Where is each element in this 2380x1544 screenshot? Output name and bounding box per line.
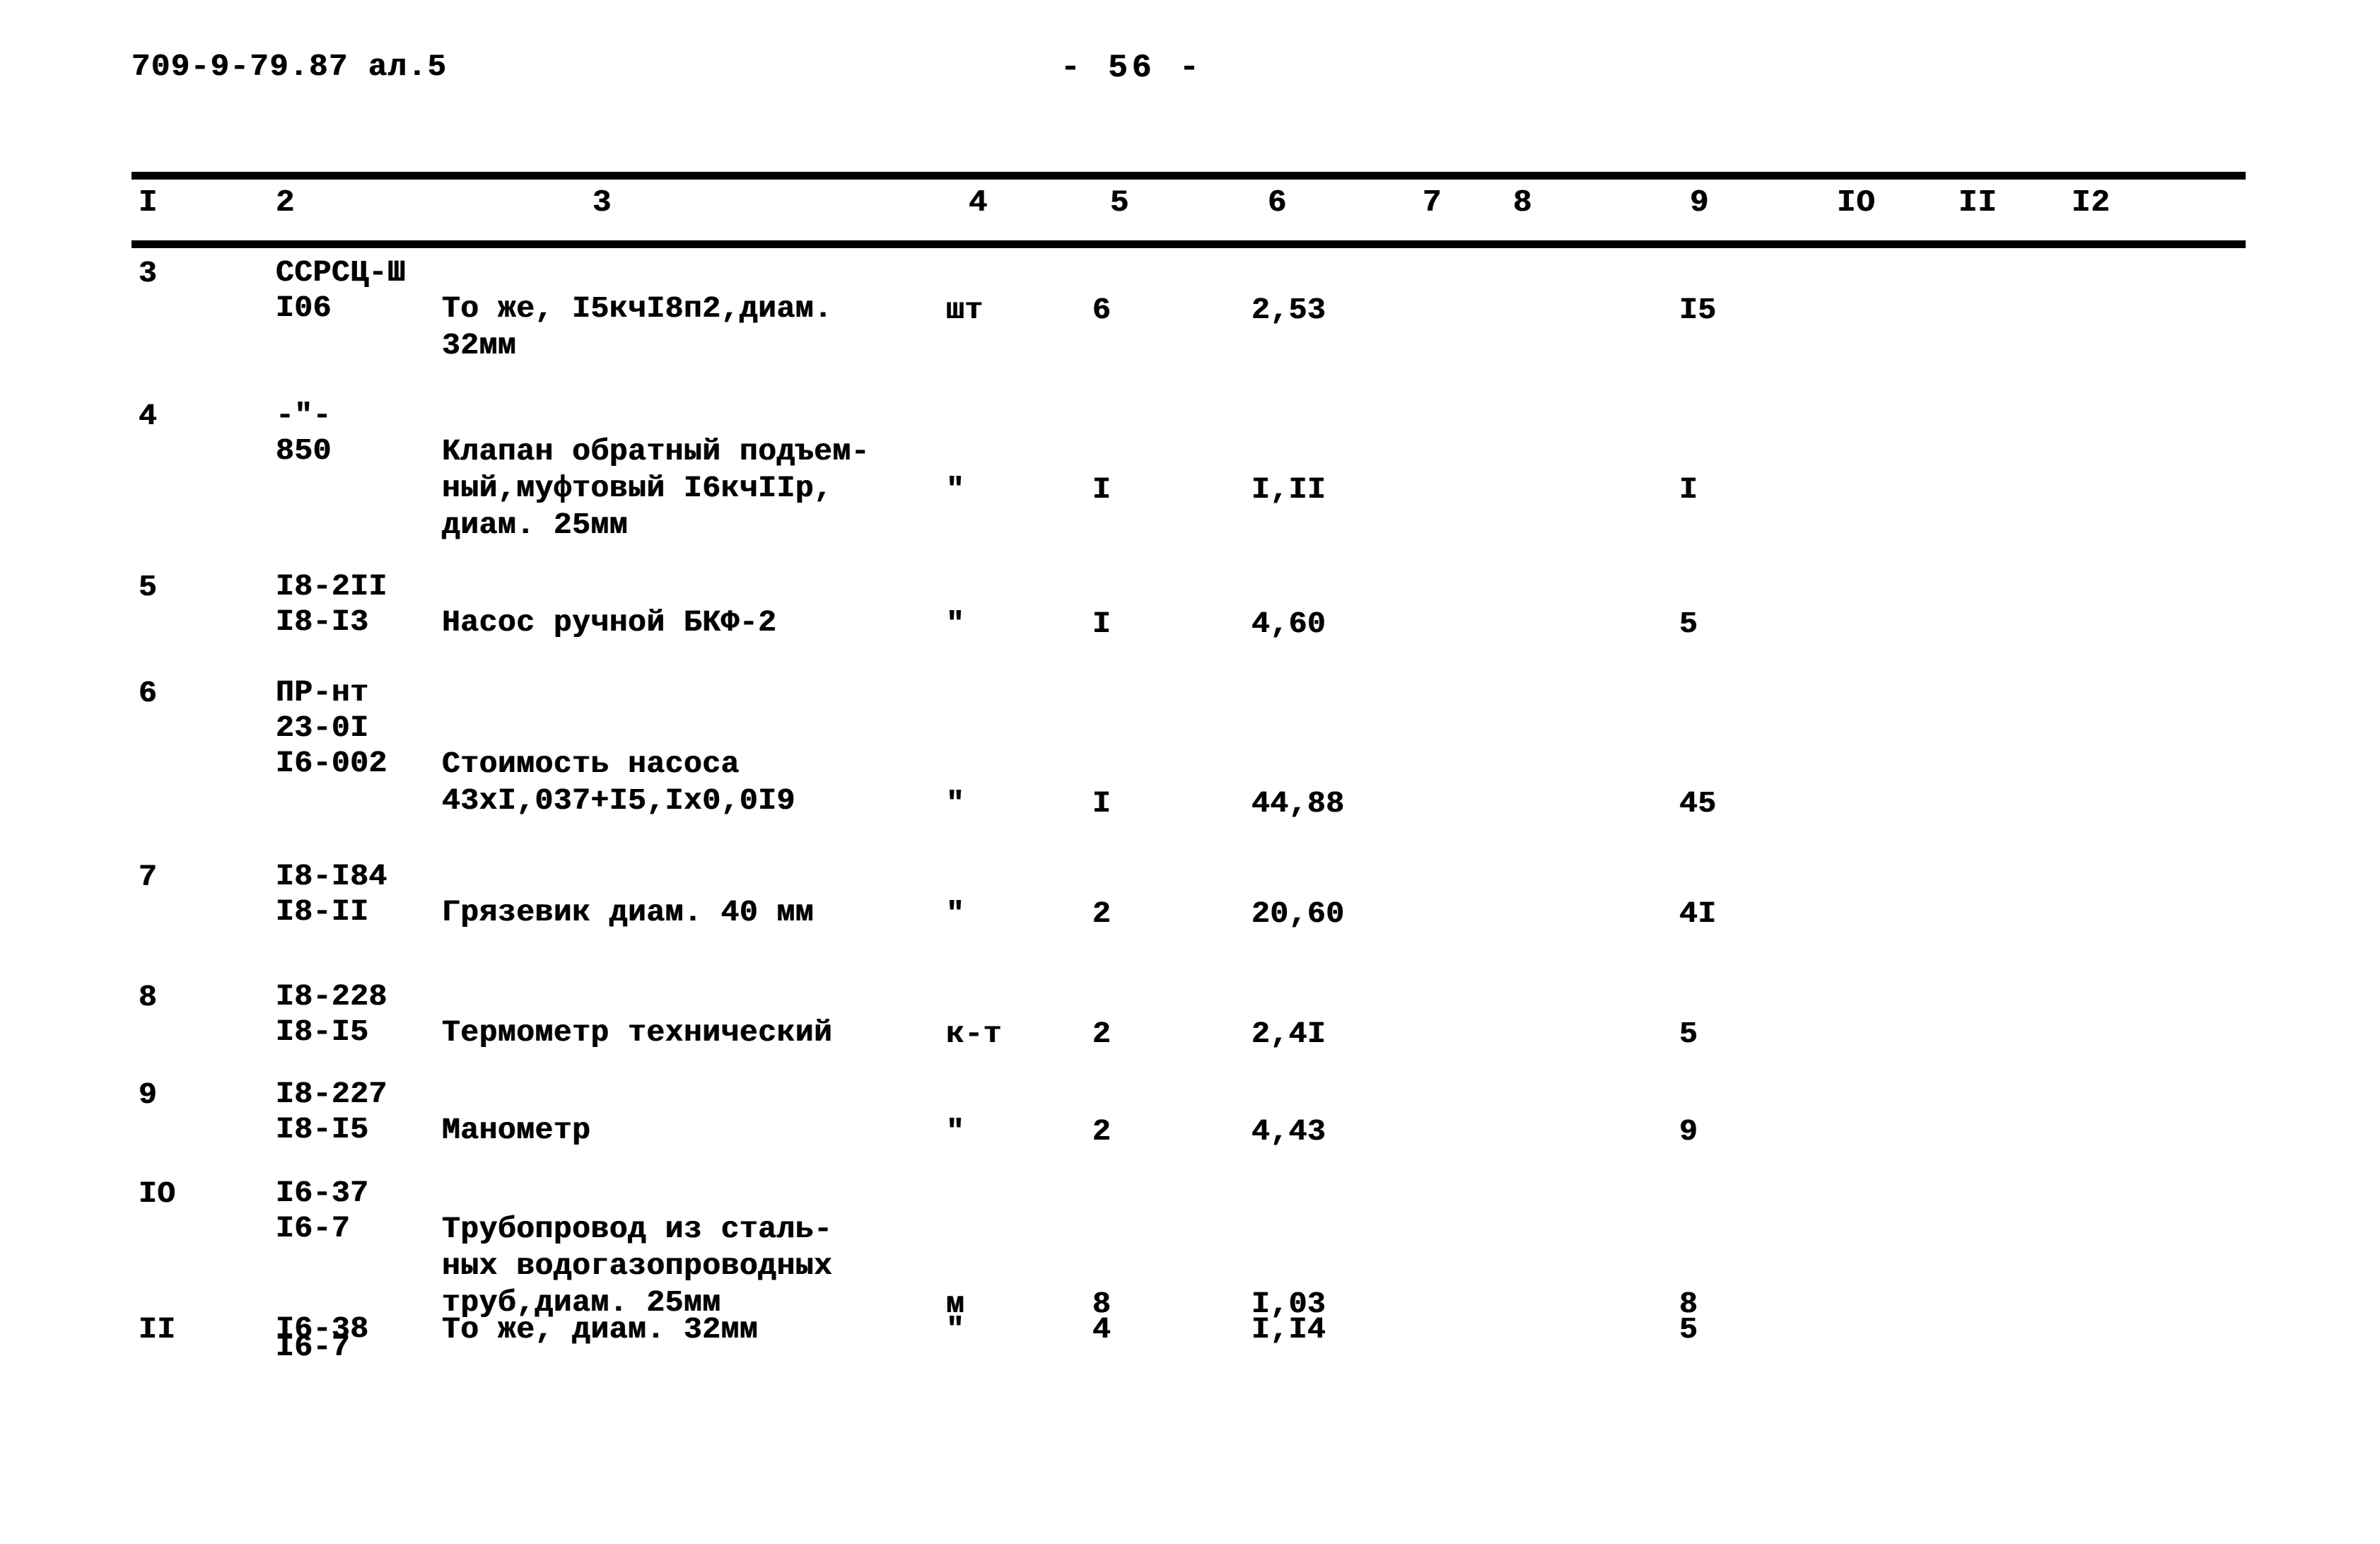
item-description: Клапан обратный подъем- xyxy=(442,434,870,469)
unit-cell: шт xyxy=(946,293,984,327)
row-number: 3 xyxy=(139,256,158,291)
row-number: 7 xyxy=(139,860,158,894)
table-row: IO I6-37 I6-7 Трубопровод из сталь-ных водо… xyxy=(0,1176,2380,1321)
column-header-10: IO xyxy=(1837,185,1876,221)
table-row: 3 ССРСЦ-Ш I06 То же, I5кчI8п2,диам. 32мм шт 6 2… xyxy=(0,255,2380,397)
column-header-6: 6 xyxy=(1268,185,1288,221)
unit-cell: к-т xyxy=(946,1017,1002,1051)
quantity-cell: I xyxy=(1092,472,1112,507)
quantity-cell: 2 xyxy=(1092,896,1112,931)
unit-cell: " xyxy=(946,896,965,931)
price-cell: 20,60 xyxy=(1252,896,1345,931)
quantity-cell: 4 xyxy=(1092,1312,1112,1347)
item-description: 32мм xyxy=(442,328,517,363)
row-number: 4 xyxy=(139,399,158,433)
page-number: - 56 - xyxy=(1061,49,1203,86)
total-cell: I xyxy=(1679,472,1698,507)
item-description: ный,муфтовый I6кчIIр, xyxy=(442,471,833,505)
table-row: 6 ПР-нт 23-0I I6-002 Стоимость насоса 43хI,03… xyxy=(0,675,2380,821)
total-cell: I5 xyxy=(1679,293,1717,327)
justification-code: I8-2II xyxy=(276,569,387,604)
justification-code: I8-I84 xyxy=(276,859,387,894)
page-header: 709-9-79.87 ал.5 - 56 - xyxy=(0,49,2380,99)
justification-code: I6-7 xyxy=(276,1330,351,1364)
unit-cell: " xyxy=(946,1114,965,1149)
unit-cell: " xyxy=(946,1312,965,1347)
total-cell: 9 xyxy=(1679,1114,1698,1149)
column-header-8: 8 xyxy=(1513,185,1533,221)
column-header-4: 4 xyxy=(969,185,988,221)
document-page: 709-9-79.87 ал.5 - 56 - I 2 3 4 5 6 7 8 … xyxy=(0,0,2380,1544)
price-cell: 4,43 xyxy=(1252,1114,1326,1149)
quantity-cell: 2 xyxy=(1092,1114,1112,1149)
unit-cell: " xyxy=(946,607,965,641)
item-description: Грязевик диам. 40 мм xyxy=(442,895,815,930)
table-row: II I6-38 I6-7 То же, диам. 32мм " 4 I,I4 5 xyxy=(0,1311,2380,1453)
justification-code: 850 xyxy=(276,433,332,468)
row-number: 5 xyxy=(139,570,158,604)
item-description: ных водогазопроводных xyxy=(442,1248,833,1283)
price-cell: 4,60 xyxy=(1252,607,1326,641)
quantity-cell: 2 xyxy=(1092,1017,1112,1051)
justification-code: ПР-нт xyxy=(276,675,369,710)
item-description: То же, диам. 32мм xyxy=(442,1312,759,1347)
justification-code: I8-I5 xyxy=(276,1014,369,1049)
price-cell: 2,53 xyxy=(1252,293,1326,327)
table-header-bottom-rule xyxy=(132,240,2246,248)
item-description: Трубопровод из сталь- xyxy=(442,1212,833,1246)
total-cell: 5 xyxy=(1679,607,1698,641)
column-header-3: 3 xyxy=(593,185,612,221)
unit-cell: " xyxy=(946,786,965,821)
total-cell: 5 xyxy=(1679,1312,1698,1347)
item-description: Термометр технический xyxy=(442,1015,833,1050)
item-description: Насос ручной БКФ-2 xyxy=(442,605,777,640)
justification-code: I6-37 xyxy=(276,1176,369,1210)
item-description: Манометр xyxy=(442,1113,591,1147)
item-description: диам. 25мм xyxy=(442,508,629,542)
total-cell: 45 xyxy=(1679,786,1717,821)
justification-code: I6-7 xyxy=(276,1211,351,1246)
row-number: 6 xyxy=(139,676,158,710)
column-header-2: 2 xyxy=(276,185,296,221)
table-row: 4 -"- 850 Клапан обратный подъем-ный,муфтов… xyxy=(0,398,2380,542)
row-number: IO xyxy=(139,1176,176,1211)
row-number: II xyxy=(139,1312,176,1347)
price-cell: 2,4I xyxy=(1252,1017,1326,1051)
justification-code: I8-II xyxy=(276,894,369,929)
column-header-1: I xyxy=(139,185,158,221)
total-cell: 5 xyxy=(1679,1017,1698,1051)
row-number: 8 xyxy=(139,980,158,1014)
justification-code: -"- xyxy=(276,398,332,433)
column-header-12: I2 xyxy=(2072,185,2111,221)
column-header-5: 5 xyxy=(1110,185,1130,221)
item-description: Стоимость насоса xyxy=(442,747,740,781)
quantity-cell: 6 xyxy=(1092,293,1112,327)
justification-code: I6-002 xyxy=(276,746,387,780)
justification-code: I8-228 xyxy=(276,979,387,1014)
column-header-11: II xyxy=(1959,185,1997,221)
price-cell: I,II xyxy=(1252,472,1326,507)
item-description: 43хI,037+I5,Iх0,0I9 xyxy=(442,783,795,818)
unit-cell: " xyxy=(946,472,965,507)
column-header-9: 9 xyxy=(1690,185,1710,221)
quantity-cell: I xyxy=(1092,786,1112,821)
quantity-cell: I xyxy=(1092,607,1112,641)
row-number: 9 xyxy=(139,1077,158,1112)
total-cell: 4I xyxy=(1679,896,1717,931)
justification-code: I8-227 xyxy=(276,1077,387,1111)
column-header-7: 7 xyxy=(1423,185,1442,221)
price-cell: I,I4 xyxy=(1252,1312,1326,1347)
justification-code: I8-I3 xyxy=(276,604,369,639)
table-top-rule xyxy=(132,172,2246,180)
document-code: 709-9-79.87 ал.5 xyxy=(132,49,448,85)
price-cell: 44,88 xyxy=(1252,786,1345,821)
justification-code: I8-I5 xyxy=(276,1112,369,1147)
justification-code: I06 xyxy=(276,291,332,325)
item-description: То же, I5кчI8п2,диам. xyxy=(442,291,833,326)
justification-code: ССРСЦ-Ш xyxy=(276,255,407,290)
justification-code: 23-0I xyxy=(276,710,369,745)
